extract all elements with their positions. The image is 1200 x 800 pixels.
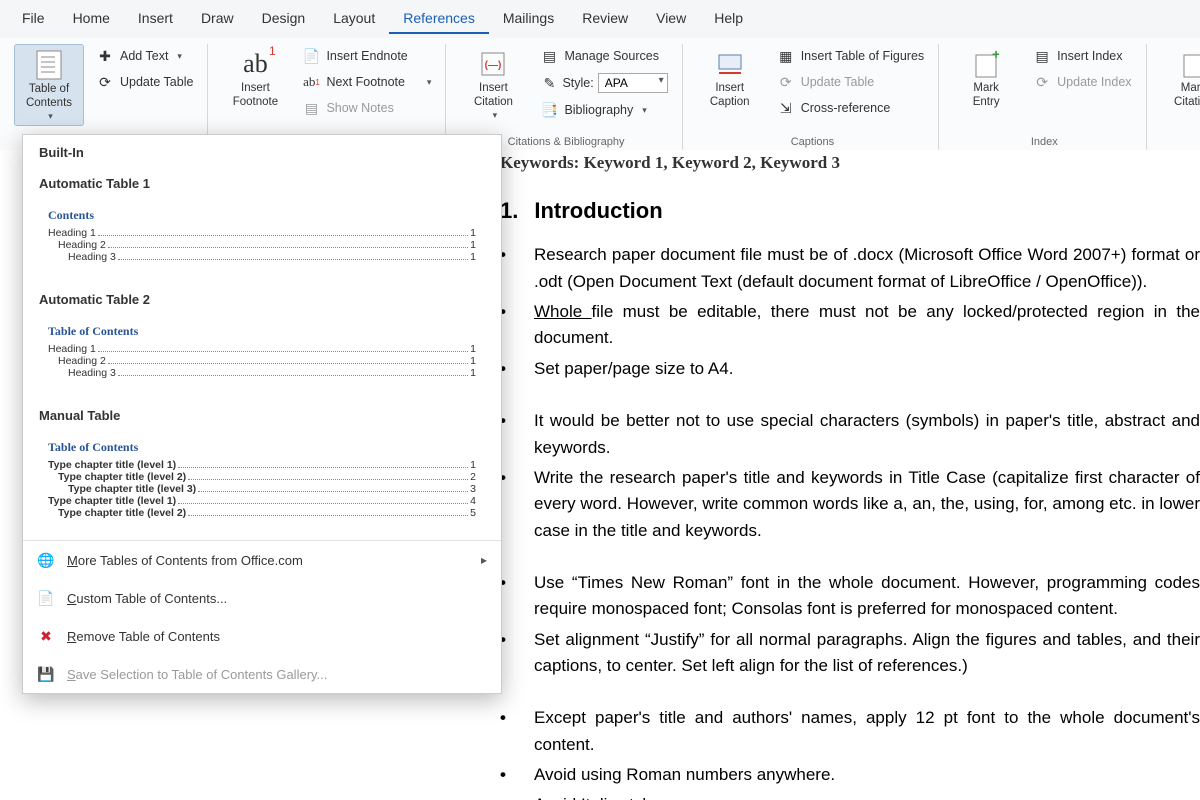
toc-gallery-header: Built-In	[23, 135, 501, 168]
citation-icon: (—)	[477, 48, 509, 80]
add-text-icon: ✚	[96, 47, 114, 65]
tab-review[interactable]: Review	[568, 4, 642, 34]
group-captions: Insert Caption ▦Insert Table of Figures …	[687, 44, 939, 150]
page-icon: 📄	[37, 589, 55, 607]
insert-footnote-button[interactable]: ab1 Insert Footnote	[220, 44, 290, 120]
chevron-down-icon: ▾	[48, 111, 53, 122]
more-toc-office-button[interactable]: 🌐 More Tables of Contents from Office.co…	[23, 541, 501, 579]
group-toa: + Mark Citation	[1151, 44, 1200, 150]
toc-preview-auto2: Table of Contents Heading 11 Heading 21 …	[39, 317, 485, 386]
tab-references[interactable]: References	[389, 4, 489, 34]
next-footnote-button[interactable]: ab1Next Footnote ▾	[296, 70, 437, 94]
toc-dropdown-menu: Built-In Automatic Table 1 Contents Head…	[22, 134, 502, 694]
tab-home[interactable]: Home	[59, 4, 124, 34]
toc-preview-auto1: Contents Heading 11 Heading 21 Heading 3…	[39, 201, 485, 270]
insert-caption-button[interactable]: Insert Caption	[695, 44, 765, 120]
tab-design[interactable]: Design	[248, 4, 320, 34]
link-whole[interactable]: Whole	[534, 302, 592, 321]
svg-text:+: +	[992, 50, 999, 62]
tab-file[interactable]: File	[8, 4, 59, 34]
toc-icon	[33, 49, 65, 81]
custom-toc-button[interactable]: 📄 Custom Table of Contents...	[23, 579, 501, 617]
toc-item-auto1[interactable]: Automatic Table 1 Contents Heading 11 He…	[23, 168, 501, 284]
instruction-list: •Research paper document file must be of…	[500, 242, 1200, 800]
show-notes-icon: ▤	[302, 99, 320, 117]
save-toc-gallery-button: 💾 Save Selection to Table of Contents Ga…	[23, 655, 501, 693]
group-label: Captions	[695, 136, 930, 148]
mark-citation-icon: +	[1178, 48, 1200, 80]
document-body[interactable]: Keywords: Keyword 1, Keyword 2, Keyword …	[500, 150, 1200, 800]
group-index: + Mark Entry ▤Insert Index ⟳Update Index…	[943, 44, 1146, 150]
tab-view[interactable]: View	[642, 4, 700, 34]
toc-item-auto2[interactable]: Automatic Table 2 Table of Contents Head…	[23, 284, 501, 400]
globe-icon: 🌐	[37, 551, 55, 569]
tab-draw[interactable]: Draw	[187, 4, 248, 34]
chevron-down-icon: ▾	[427, 77, 432, 88]
save-icon: 💾	[37, 665, 55, 683]
cross-ref-icon: ⇲	[777, 99, 795, 117]
style-icon: ✎	[540, 74, 558, 92]
tab-mailings[interactable]: Mailings	[489, 4, 568, 34]
toc-item-manual[interactable]: Manual Table Table of Contents Type chap…	[23, 400, 501, 540]
svg-text:(—): (—)	[485, 60, 502, 71]
insert-index-button[interactable]: ▤Insert Index	[1027, 44, 1137, 68]
menubar: File Home Insert Draw Design Layout Refe…	[0, 0, 1200, 38]
sources-icon: ▤	[540, 47, 558, 65]
add-text-button[interactable]: ✚Add Text▾	[90, 44, 199, 68]
remove-icon: ✖	[37, 627, 55, 645]
update-caption-table-button[interactable]: ⟳Update Table	[771, 70, 930, 94]
footnote-icon: ab1	[239, 48, 271, 80]
table-of-contents-button[interactable]: Table of Contents▾	[14, 44, 84, 126]
bibliography-button[interactable]: 📑Bibliography▾	[534, 98, 673, 122]
chevron-down-icon: ▾	[177, 51, 182, 62]
insert-citation-button[interactable]: (—) Insert Citation▾	[458, 44, 528, 124]
tab-insert[interactable]: Insert	[124, 4, 187, 34]
heading-introduction: 1. Introduction	[500, 194, 1200, 228]
chevron-down-icon: ▾	[493, 110, 498, 121]
refresh-icon: ⟳	[1033, 73, 1051, 91]
show-notes-button[interactable]: ▤Show Notes	[296, 96, 437, 120]
cross-reference-button[interactable]: ⇲Cross-reference	[771, 96, 930, 120]
manage-sources-button[interactable]: ▤Manage Sources	[534, 44, 673, 68]
tab-help[interactable]: Help	[700, 4, 757, 34]
update-index-button[interactable]: ⟳Update Index	[1027, 70, 1137, 94]
refresh-icon: ⟳	[777, 73, 795, 91]
style-select-row: ✎Style:	[534, 70, 673, 96]
chevron-right-icon: ▸	[481, 553, 487, 567]
endnote-icon: 📄	[302, 47, 320, 65]
citation-style-select[interactable]	[598, 73, 668, 93]
toc-preview-manual: Table of Contents Type chapter title (le…	[39, 433, 485, 526]
mark-citation-button[interactable]: + Mark Citation	[1159, 44, 1200, 114]
group-label: Index	[951, 136, 1137, 148]
index-icon: ▤	[1033, 47, 1051, 65]
insert-table-figures-button[interactable]: ▦Insert Table of Figures	[771, 44, 930, 68]
toc-button-label: Table of Contents	[26, 83, 72, 111]
remove-toc-button[interactable]: ✖ Remove Table of Contents	[23, 617, 501, 655]
tab-layout[interactable]: Layout	[319, 4, 389, 34]
caption-icon	[714, 48, 746, 80]
bibliography-icon: 📑	[540, 101, 558, 119]
chevron-down-icon: ▾	[642, 105, 647, 116]
refresh-icon: ⟳	[96, 73, 114, 91]
mark-entry-icon: +	[970, 48, 1002, 80]
next-footnote-icon: ab1	[302, 73, 320, 91]
figures-icon: ▦	[777, 47, 795, 65]
insert-endnote-button[interactable]: 📄Insert Endnote	[296, 44, 437, 68]
keywords-line: Keywords: Keyword 1, Keyword 2, Keyword …	[500, 150, 1200, 176]
mark-entry-button[interactable]: + Mark Entry	[951, 44, 1021, 114]
update-table-button[interactable]: ⟳Update Table	[90, 70, 199, 94]
